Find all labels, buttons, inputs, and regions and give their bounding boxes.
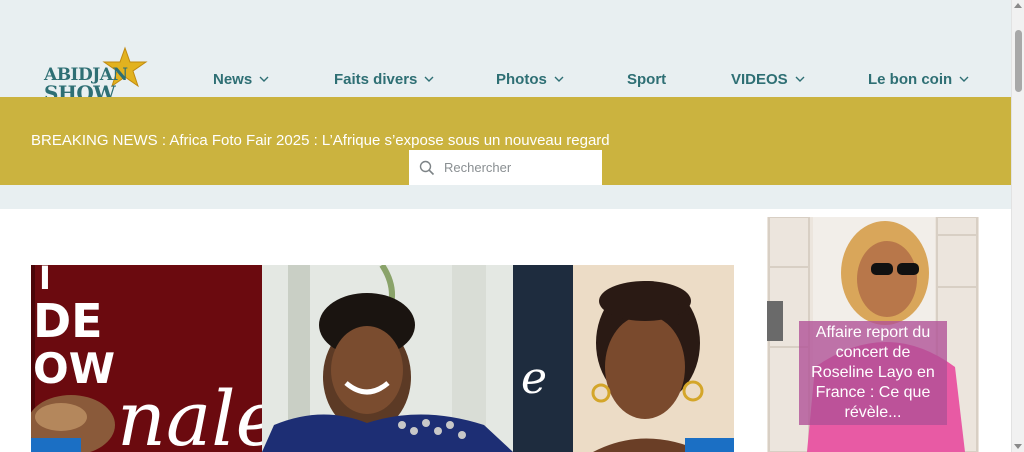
woman-portrait-graphic: e <box>513 265 734 452</box>
poster-graphic: I DE OW nale <box>31 265 262 452</box>
scrollbar-thumb[interactable] <box>1015 30 1022 92</box>
category-tag-right[interactable] <box>685 438 734 452</box>
search-box <box>409 150 602 185</box>
man-portrait-graphic <box>262 265 513 452</box>
nav-item-label: Sport <box>627 70 667 88</box>
nav-item-label: Le bon coin <box>868 70 953 88</box>
panel3-script-letter: e <box>521 353 547 404</box>
nav-item-news[interactable]: News <box>213 67 270 91</box>
poster-word-1: DE <box>33 294 103 348</box>
scroll-down-arrow-icon[interactable] <box>1014 444 1022 449</box>
search-icon[interactable] <box>419 160 435 176</box>
chevron-down-icon <box>554 76 564 82</box>
category-tag-left[interactable] <box>31 438 81 452</box>
nav-item-label: Photos <box>496 70 547 88</box>
chevron-down-icon <box>424 76 434 82</box>
chevron-down-icon <box>959 76 969 82</box>
content-area: I DE OW nal e Affaire report du concert … <box>0 209 1011 452</box>
featured-image-strip[interactable]: I DE OW nal e <box>31 265 734 452</box>
chevron-down-icon <box>795 76 805 82</box>
nav-item-photos[interactable]: Photos <box>496 67 565 91</box>
poster-word-top: I <box>39 265 51 297</box>
poster-word-script: nale <box>117 374 262 452</box>
featured-panel-woman-portrait[interactable]: e <box>513 265 734 452</box>
featured-panel-poster[interactable]: I DE OW nale <box>31 265 262 452</box>
breaking-news-text[interactable]: BREAKING NEWS : Africa Foto Fair 2025 : … <box>31 132 610 149</box>
nav-item-label: VIDEOS <box>731 70 788 88</box>
nav-item-le-bon-coin[interactable]: Le bon coin <box>868 67 970 91</box>
nav-item-sport[interactable]: Sport <box>627 67 666 91</box>
side-article-title[interactable]: Affaire report du concert de Roseline La… <box>799 321 947 425</box>
side-article-card[interactable]: Affaire report du concert de Roseline La… <box>767 217 979 452</box>
chevron-down-icon <box>259 76 269 82</box>
nav-item-faits-divers[interactable]: Faits divers <box>334 67 435 91</box>
poster-word-2: OW <box>33 344 115 393</box>
nav-item-label: Faits divers <box>334 70 418 88</box>
nav-item-videos[interactable]: VIDEOS <box>731 67 806 91</box>
nav-item-label: News <box>213 70 253 88</box>
scroll-up-arrow-icon[interactable] <box>1014 3 1022 8</box>
featured-panel-man-portrait[interactable] <box>262 265 513 452</box>
page-scrollbar[interactable] <box>1011 0 1024 452</box>
search-input[interactable] <box>444 160 594 175</box>
